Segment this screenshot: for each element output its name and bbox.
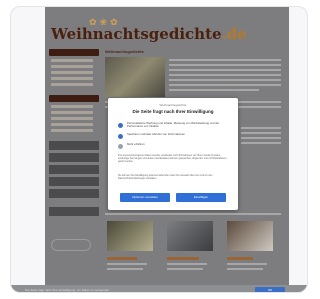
text-line	[169, 64, 281, 66]
consent-paragraph: Ihre personenbezogenen Daten werden vera…	[118, 154, 227, 163]
sidebar	[49, 49, 99, 219]
consent-option: Speichern und/oder Abrufen von Informati…	[118, 132, 230, 141]
text-line	[105, 213, 281, 215]
footer-button[interactable]: OK	[255, 287, 285, 292]
sidebar-box[interactable]	[49, 207, 99, 216]
dialog-title: Die Seite fragt nach Ihrer Einwilligung	[132, 109, 214, 114]
text-line	[169, 69, 281, 71]
consent-paragraph: Sie können Ihre Einwilligung jederzeit w…	[118, 174, 213, 180]
sidebar-link[interactable]	[51, 59, 93, 62]
text-line	[241, 132, 281, 134]
consent-dialog: Weihnachtsgedichte Die Seite fragt nach …	[108, 98, 238, 210]
sidebar-box[interactable]	[49, 165, 99, 174]
text-line	[169, 74, 281, 76]
logo-text: Weihnachtsgedichte.de	[51, 25, 247, 43]
device-icon	[118, 134, 123, 139]
manage-options-button[interactable]: Optionen verwalten	[120, 193, 170, 202]
decorative-ornament	[51, 239, 91, 251]
text-line	[169, 59, 281, 61]
text-line	[169, 79, 281, 81]
hero-image	[105, 57, 165, 97]
sidebar-link[interactable]	[51, 105, 93, 108]
dialog-brand: Weihnachtsgedichte	[159, 103, 187, 107]
more-icon	[118, 144, 123, 149]
text-line	[227, 263, 267, 265]
thumbnail-link[interactable]	[167, 257, 199, 260]
thumbnail-link[interactable]	[227, 257, 253, 260]
thumbnail-image[interactable]	[167, 221, 213, 251]
option-text: Speichern und/oder Abrufen von Informati…	[127, 132, 185, 136]
sidebar-box[interactable]	[49, 177, 99, 186]
sidebar-link[interactable]	[51, 123, 93, 126]
site-logo[interactable]: ✿❀✿ Weihnachtsgedichte.de	[49, 17, 285, 45]
footer-text: Die Seite fragt nach Ihrer Einwilligung,…	[25, 288, 110, 292]
text-line	[167, 263, 207, 265]
text-line	[241, 127, 281, 129]
sidebar-link[interactable]	[51, 129, 93, 132]
user-icon	[118, 123, 123, 128]
text-line	[107, 263, 147, 265]
thumbnail-link[interactable]	[107, 257, 137, 260]
sidebar-link[interactable]	[51, 83, 93, 86]
sidebar-box[interactable]	[49, 153, 99, 162]
main-content: Weihnachtsgedichte	[105, 49, 285, 55]
sidebar-link[interactable]	[51, 111, 93, 114]
sidebar-link[interactable]	[51, 71, 93, 74]
text-line	[107, 268, 143, 270]
browser-frame: ✿❀✿ Weihnachtsgedichte.de Weihnachtsgedi…	[10, 6, 308, 293]
option-text: Personalisierte Werbung und Inhalte, Mes…	[127, 121, 220, 129]
consent-option[interactable]: Mehr erfahren	[118, 142, 230, 151]
text-line	[227, 268, 263, 270]
sidebar-heading	[49, 49, 99, 56]
accept-button[interactable]: Einwilligen	[176, 193, 226, 202]
sidebar-box[interactable]	[49, 189, 99, 198]
sidebar-link[interactable]	[51, 77, 93, 80]
text-line	[169, 89, 259, 91]
text-line	[241, 137, 281, 139]
text-line	[241, 142, 281, 144]
text-line	[167, 268, 203, 270]
sidebar-box[interactable]	[49, 141, 99, 150]
thumbnail-image[interactable]	[107, 221, 153, 251]
sidebar-link[interactable]	[51, 65, 93, 68]
sidebar-heading	[49, 95, 99, 102]
option-text: Mehr erfahren	[127, 142, 145, 146]
consent-option: Personalisierte Werbung und Inhalte, Mes…	[118, 121, 230, 130]
text-line	[169, 84, 281, 86]
thumbnail-image[interactable]	[227, 221, 273, 251]
sidebar-link[interactable]	[51, 117, 93, 120]
content-title: Weihnachtsgedichte	[105, 49, 144, 54]
